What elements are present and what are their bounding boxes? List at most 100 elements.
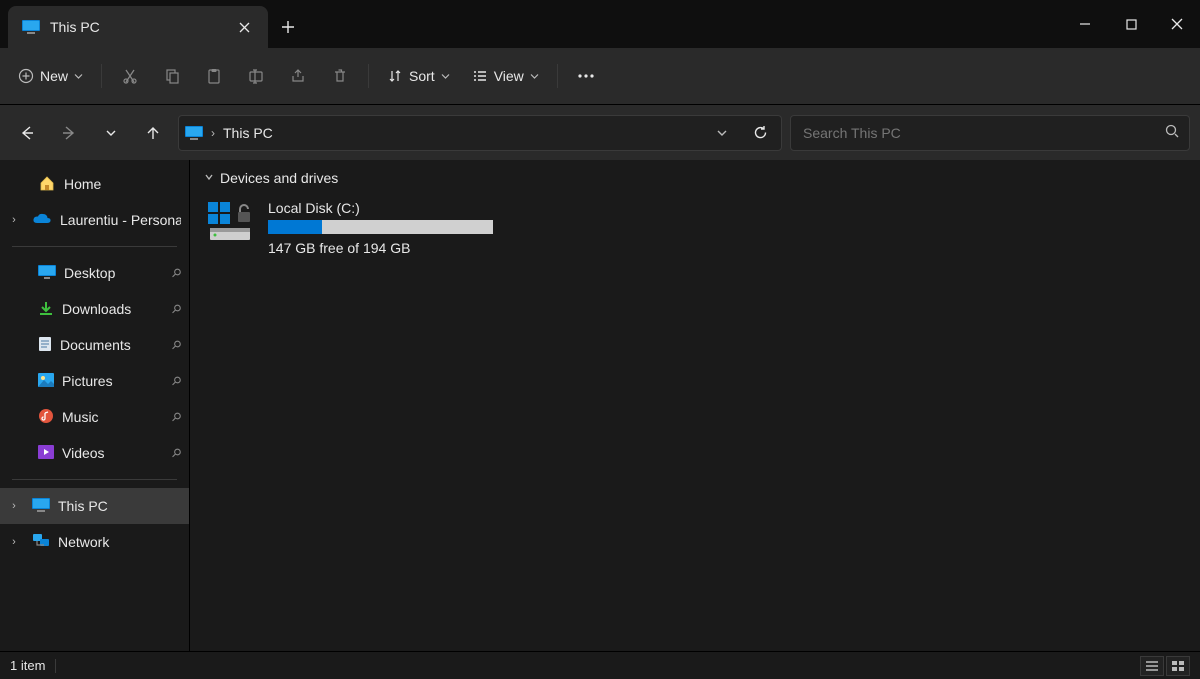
chevron-down-icon bbox=[530, 72, 539, 81]
arrow-right-icon bbox=[61, 125, 77, 141]
drive-info: Local Disk (C:) 147 GB free of 194 GB bbox=[268, 200, 542, 256]
downloads-icon bbox=[38, 300, 54, 319]
tab-this-pc[interactable]: This PC bbox=[8, 6, 268, 48]
toolbar-separator bbox=[557, 64, 558, 88]
desktop-icon bbox=[38, 265, 56, 282]
more-button[interactable] bbox=[566, 58, 606, 94]
paste-button[interactable] bbox=[194, 58, 234, 94]
group-header-devices[interactable]: Devices and drives bbox=[204, 170, 1186, 186]
home-icon bbox=[38, 174, 56, 195]
details-view-button[interactable] bbox=[1140, 656, 1164, 676]
address-bar[interactable]: › This PC bbox=[178, 115, 782, 151]
refresh-icon bbox=[753, 125, 768, 140]
toolbar-separator bbox=[101, 64, 102, 88]
rename-icon bbox=[248, 68, 264, 84]
arrow-up-icon bbox=[145, 125, 161, 141]
nav-up-button[interactable] bbox=[136, 116, 170, 150]
rename-button[interactable] bbox=[236, 58, 276, 94]
ellipsis-icon bbox=[577, 73, 595, 79]
pin-icon: ⚲ bbox=[169, 301, 185, 317]
breadcrumb-separator-icon: › bbox=[211, 126, 215, 140]
sidebar-item-home[interactable]: Home bbox=[0, 166, 189, 202]
window-close-button[interactable] bbox=[1154, 0, 1200, 48]
chevron-down-icon bbox=[74, 72, 83, 81]
pin-icon: ⚲ bbox=[169, 373, 185, 389]
sidebar-item-this-pc[interactable]: › This PC bbox=[0, 488, 189, 524]
onedrive-icon bbox=[32, 212, 52, 229]
nav-recent-button[interactable] bbox=[94, 116, 128, 150]
sidebar-item-label: Pictures bbox=[62, 373, 164, 389]
group-header-label: Devices and drives bbox=[220, 170, 338, 186]
minimize-icon bbox=[1079, 18, 1091, 30]
nav-forward-button[interactable] bbox=[52, 116, 86, 150]
drive-usage-bar bbox=[268, 220, 493, 234]
clipboard-icon bbox=[206, 68, 222, 84]
search-input[interactable] bbox=[801, 124, 1157, 142]
nav-row: › This PC bbox=[0, 104, 1200, 160]
chevron-right-icon: › bbox=[4, 214, 24, 226]
view-toggle-group bbox=[1140, 656, 1190, 676]
sidebar-item-label: Music bbox=[62, 409, 164, 425]
drive-free-text: 147 GB free of 194 GB bbox=[268, 240, 542, 256]
search-bar[interactable] bbox=[790, 115, 1190, 151]
refresh-button[interactable] bbox=[745, 118, 775, 148]
sidebar-item-downloads[interactable]: Downloads ⚲ bbox=[0, 291, 189, 327]
copy-icon bbox=[164, 68, 180, 84]
chevron-down-icon bbox=[441, 72, 450, 81]
share-button[interactable] bbox=[278, 58, 318, 94]
sidebar-item-desktop[interactable]: Desktop ⚲ bbox=[0, 255, 189, 291]
chevron-down-icon bbox=[716, 127, 728, 139]
scissors-icon bbox=[122, 68, 138, 84]
maximize-button[interactable] bbox=[1108, 0, 1154, 48]
drive-name: Local Disk (C:) bbox=[268, 200, 542, 216]
sidebar-item-onedrive[interactable]: › Laurentiu - Personal bbox=[0, 202, 189, 238]
toolbar: New Sort View bbox=[0, 48, 1200, 104]
tiles-view-icon bbox=[1171, 660, 1185, 672]
view-icon bbox=[472, 68, 488, 84]
search-icon bbox=[1165, 124, 1179, 141]
drive-usage-fill bbox=[268, 220, 322, 234]
arrow-left-icon bbox=[19, 125, 35, 141]
sidebar-item-label: Home bbox=[64, 176, 181, 192]
new-tab-button[interactable] bbox=[268, 6, 308, 48]
sidebar-item-label: This PC bbox=[58, 498, 181, 514]
documents-icon bbox=[38, 336, 52, 355]
drive-local-disk-c[interactable]: Local Disk (C:) 147 GB free of 194 GB bbox=[204, 194, 544, 262]
sidebar-item-label: Videos bbox=[62, 445, 164, 461]
cut-button[interactable] bbox=[110, 58, 150, 94]
nav-back-button[interactable] bbox=[10, 116, 44, 150]
sidebar-item-music[interactable]: Music ⚲ bbox=[0, 399, 189, 435]
sidebar-item-documents[interactable]: Documents ⚲ bbox=[0, 327, 189, 363]
share-icon bbox=[290, 68, 306, 84]
sort-button[interactable]: Sort bbox=[377, 58, 460, 94]
address-dropdown-button[interactable] bbox=[707, 118, 737, 148]
sidebar-item-label: Laurentiu - Personal bbox=[60, 212, 181, 228]
view-label: View bbox=[494, 68, 524, 84]
sidebar-item-network[interactable]: › Network bbox=[0, 524, 189, 560]
pin-icon: ⚲ bbox=[169, 445, 185, 461]
sidebar-item-pictures[interactable]: Pictures ⚲ bbox=[0, 363, 189, 399]
copy-button[interactable] bbox=[152, 58, 192, 94]
new-icon bbox=[18, 68, 34, 84]
view-button[interactable]: View bbox=[462, 58, 549, 94]
body: Home › Laurentiu - Personal Desktop ⚲ Do… bbox=[0, 160, 1200, 651]
minimize-button[interactable] bbox=[1062, 0, 1108, 48]
details-view-icon bbox=[1145, 660, 1159, 672]
music-icon bbox=[38, 408, 54, 427]
tiles-view-button[interactable] bbox=[1166, 656, 1190, 676]
sidebar: Home › Laurentiu - Personal Desktop ⚲ Do… bbox=[0, 160, 190, 651]
tab-close-button[interactable] bbox=[230, 13, 258, 41]
close-icon bbox=[1171, 18, 1183, 30]
chevron-right-icon: › bbox=[4, 500, 24, 512]
delete-button[interactable] bbox=[320, 58, 360, 94]
sidebar-item-label: Network bbox=[58, 534, 181, 550]
toolbar-separator bbox=[368, 64, 369, 88]
new-button[interactable]: New bbox=[8, 58, 93, 94]
chevron-down-icon bbox=[105, 127, 117, 139]
drive-icon bbox=[206, 200, 254, 240]
status-item-count: 1 item bbox=[10, 658, 45, 673]
sidebar-item-videos[interactable]: Videos ⚲ bbox=[0, 435, 189, 471]
tab-title: This PC bbox=[50, 19, 220, 35]
chevron-down-icon bbox=[204, 172, 214, 185]
status-separator bbox=[55, 659, 56, 673]
